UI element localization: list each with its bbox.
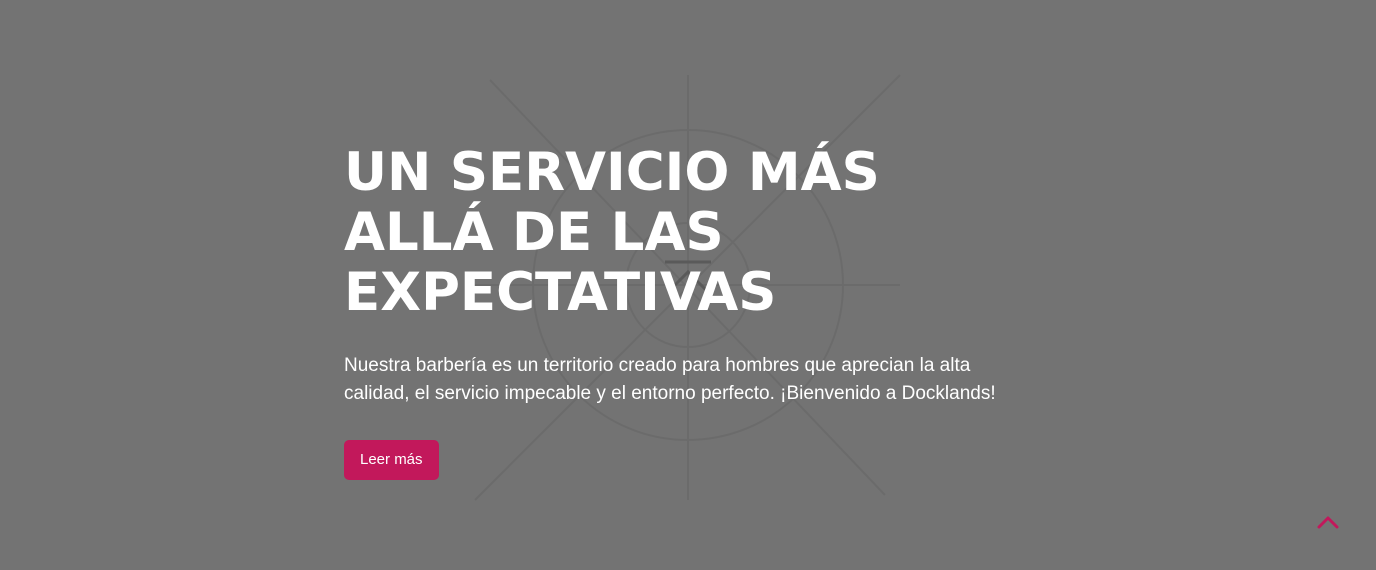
hero-content: UN SERVICIO MÁS ALLÁ DE LAS EXPECTATIVAS… [344, 143, 1044, 480]
hero-description: Nuestra barbería es un territorio creado… [344, 355, 996, 404]
hero-title-line-3: EXPECTATIVAS [344, 262, 777, 323]
read-more-button[interactable]: Leer más [344, 440, 439, 480]
hero-title-line-1: UN SERVICIO MÁS [344, 142, 880, 203]
scroll-to-top-button[interactable] [1314, 508, 1342, 536]
chevron-up-icon [1317, 516, 1339, 529]
hero-title: UN SERVICIO MÁS ALLÁ DE LAS EXPECTATIVAS [344, 143, 904, 323]
hero-section: UN SERVICIO MÁS ALLÁ DE LAS EXPECTATIVAS… [0, 0, 1376, 570]
hero-title-line-2: ALLÁ DE LAS [344, 202, 724, 263]
